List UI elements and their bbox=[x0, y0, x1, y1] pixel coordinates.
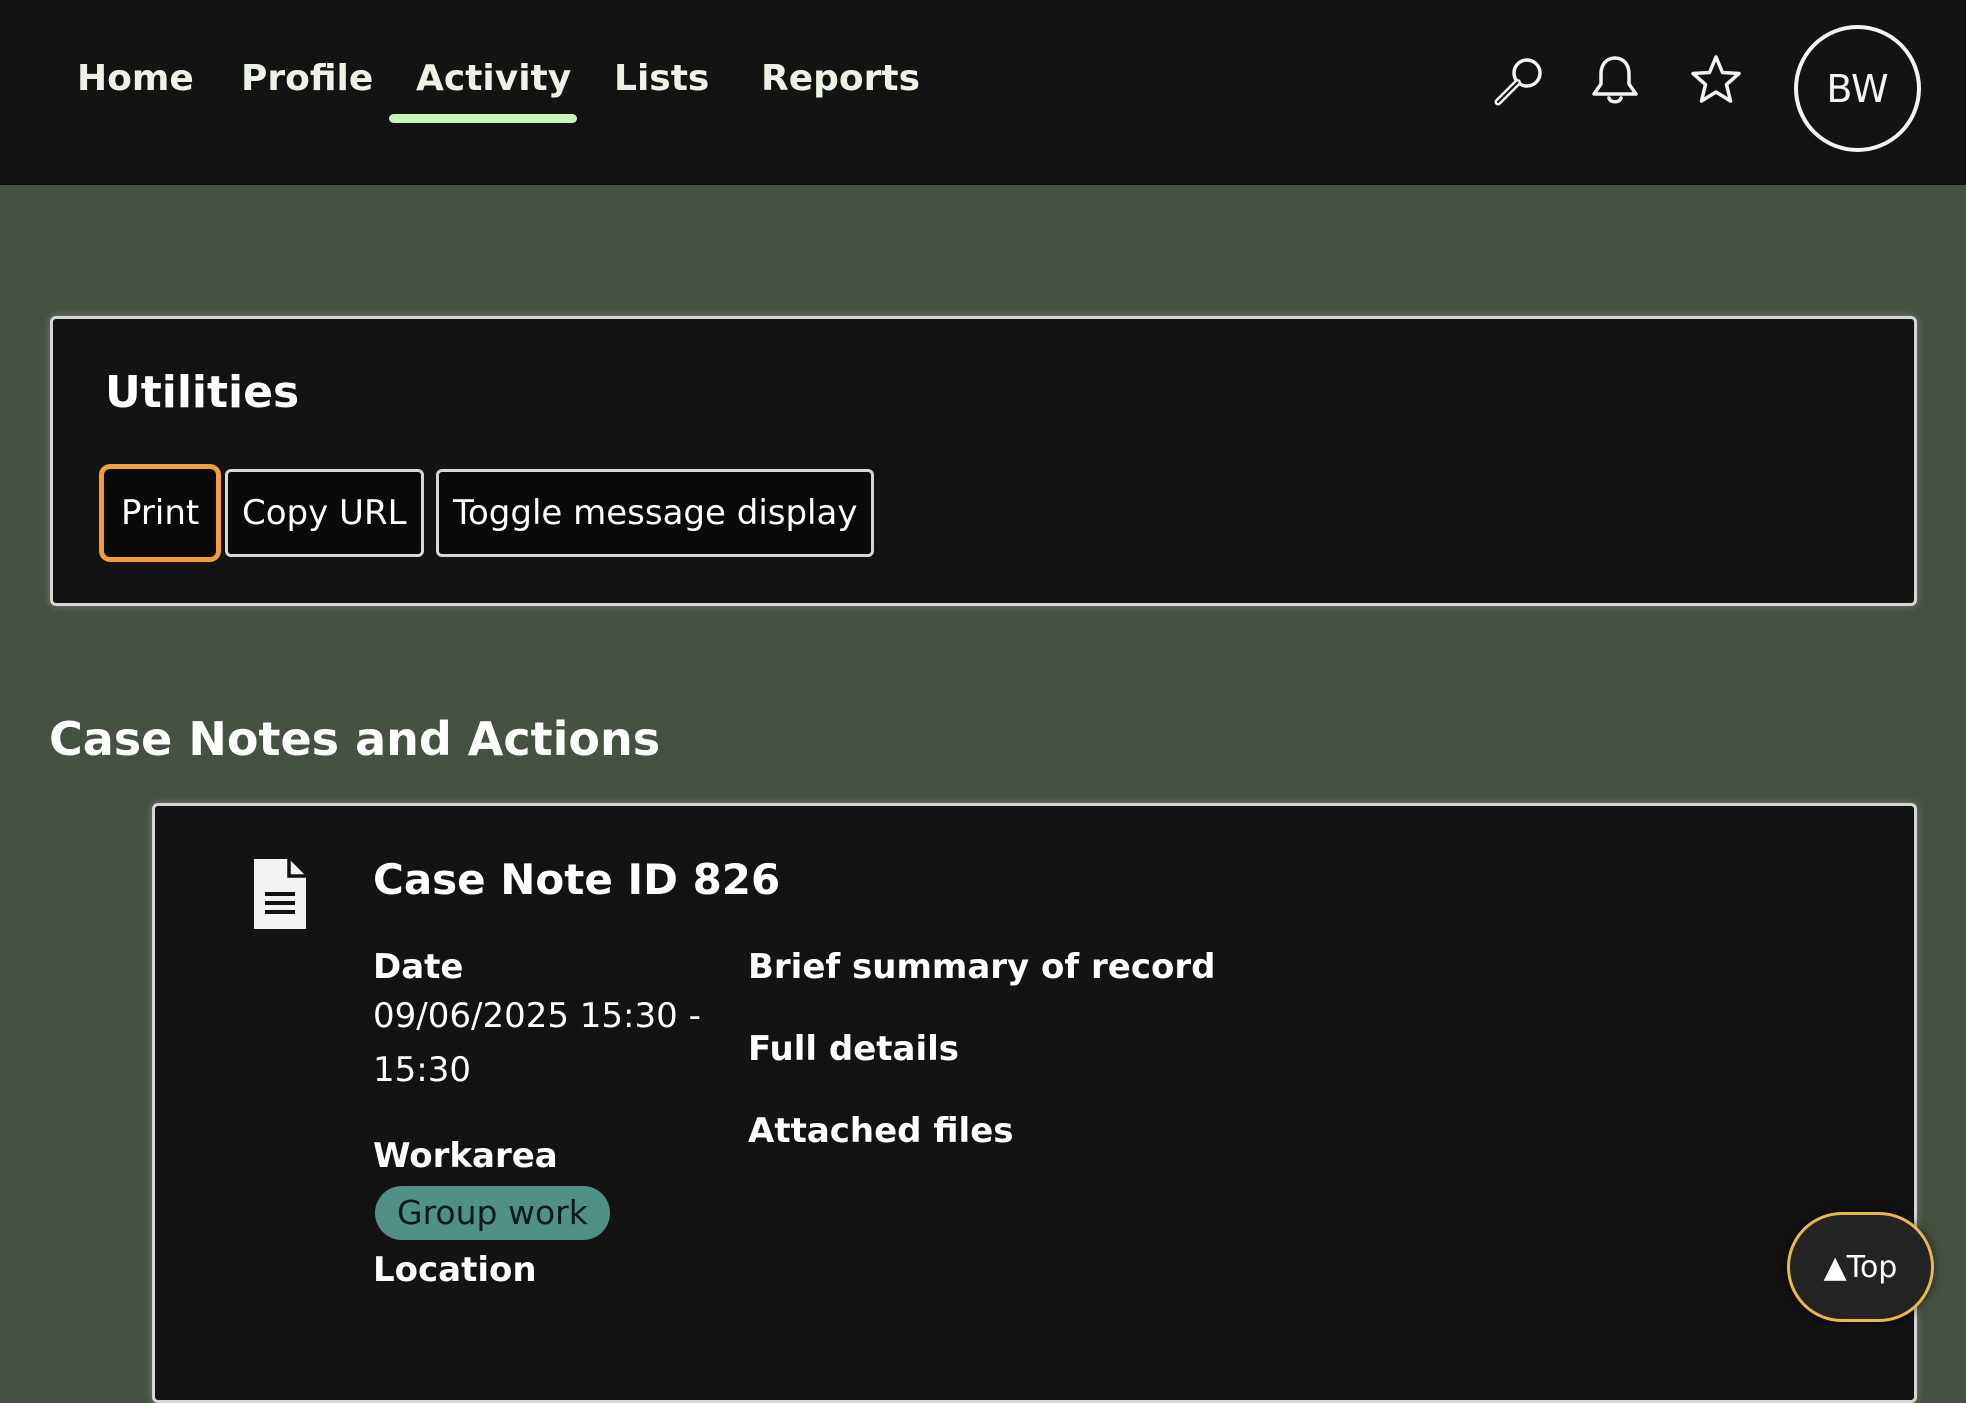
search-icon[interactable] bbox=[1490, 52, 1548, 110]
date-value: 09/06/2025 15:30 - 15:30 bbox=[373, 996, 701, 1090]
workarea-label: Workarea bbox=[373, 1136, 558, 1176]
attached-files-label: Attached files bbox=[748, 1111, 1014, 1151]
utilities-panel: Utilities Print Copy URL Toggle message … bbox=[50, 316, 1917, 606]
user-avatar[interactable]: BW bbox=[1794, 25, 1921, 152]
case-note-card: Case Note ID 826 Date 09/06/2025 15:30 -… bbox=[152, 803, 1917, 1403]
nav-item-reports[interactable]: Reports bbox=[761, 50, 920, 108]
location-label: Location bbox=[373, 1250, 537, 1290]
nav-item-profile[interactable]: Profile bbox=[241, 50, 373, 108]
workarea-tag: Group work bbox=[375, 1186, 610, 1240]
nav-item-lists[interactable]: Lists bbox=[614, 50, 709, 108]
section-title: Case Notes and Actions bbox=[49, 712, 661, 766]
document-icon bbox=[251, 856, 309, 932]
copy-url-button[interactable]: Copy URL bbox=[225, 469, 424, 557]
star-icon[interactable] bbox=[1687, 52, 1745, 110]
date-label: Date bbox=[373, 947, 464, 987]
back-to-top-button[interactable]: ▲Top bbox=[1787, 1212, 1934, 1322]
avatar-initials: BW bbox=[1826, 66, 1889, 111]
utilities-title: Utilities bbox=[105, 367, 300, 418]
case-note-title: Case Note ID 826 bbox=[373, 855, 781, 904]
summary-label: Brief summary of record bbox=[748, 947, 1216, 987]
toggle-message-display-button[interactable]: Toggle message display bbox=[436, 469, 875, 557]
print-button[interactable]: Print bbox=[104, 469, 217, 557]
top-nav-bar: Home Profile Activity Lists Reports BW bbox=[0, 0, 1966, 185]
full-details-label: Full details bbox=[748, 1029, 960, 1069]
active-nav-indicator bbox=[389, 114, 577, 123]
nav-item-home[interactable]: Home bbox=[77, 50, 194, 108]
nav-item-activity[interactable]: Activity bbox=[416, 50, 571, 108]
bell-icon[interactable] bbox=[1586, 52, 1644, 110]
